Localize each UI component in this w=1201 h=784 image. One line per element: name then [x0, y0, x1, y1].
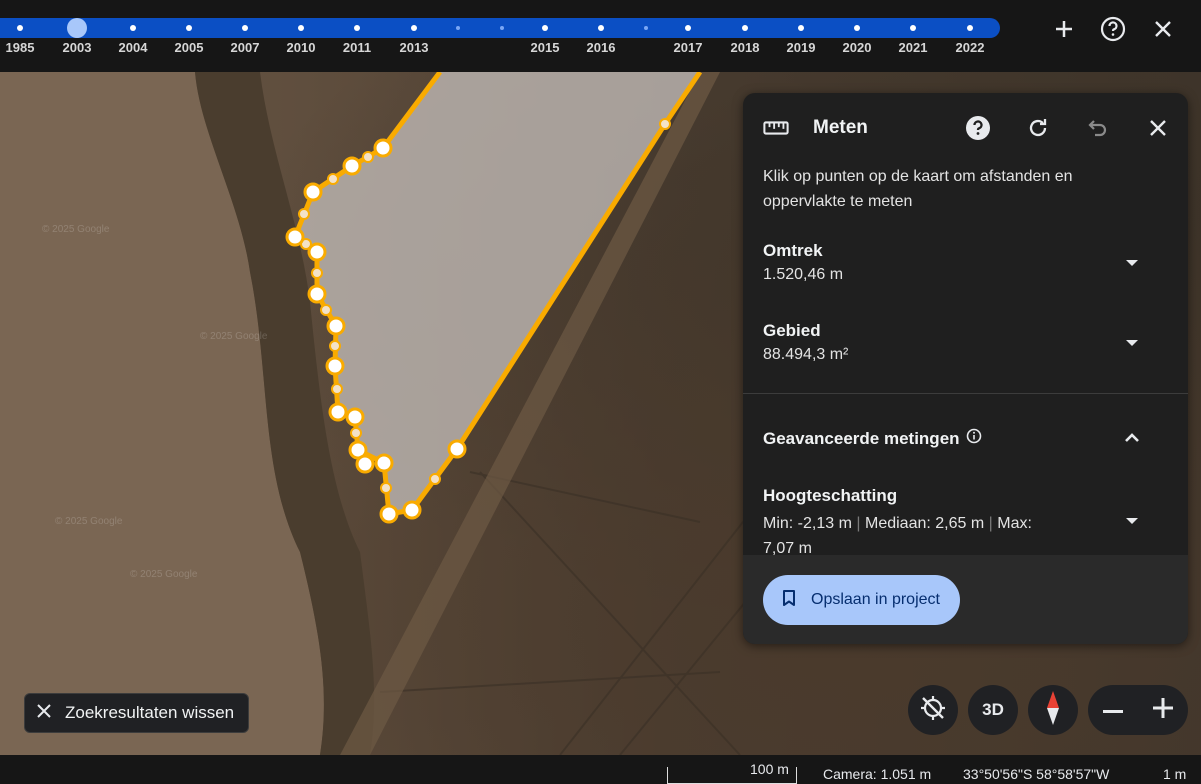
timeline-year-label[interactable]: 2005: [175, 40, 204, 55]
zoom-in-button[interactable]: [1138, 685, 1188, 735]
perimeter-value: 1.520,46 m: [763, 266, 844, 283]
timeline-year-label[interactable]: 2010: [287, 40, 316, 55]
measure-panel-header: Meten: [743, 93, 1188, 163]
help-icon[interactable]: [965, 115, 991, 141]
timeline-year-marker[interactable]: [411, 25, 417, 31]
timeline-year-marker[interactable]: [354, 25, 360, 31]
location-off-button[interactable]: [908, 685, 958, 735]
timeline-minor-marker[interactable]: [500, 26, 504, 30]
timeline-year-label[interactable]: 2004: [119, 40, 148, 55]
timeline-year-label[interactable]: 2019: [787, 40, 816, 55]
map-watermark: © 2025 Google: [42, 224, 110, 235]
panel-divider: [743, 393, 1188, 394]
timeline-year-label[interactable]: 2016: [587, 40, 616, 55]
height-dropdown-icon[interactable]: [1122, 511, 1142, 531]
timeline-year-label[interactable]: 2011: [343, 40, 371, 55]
timeline-minor-marker[interactable]: [456, 26, 460, 30]
toggle-3d-label: 3D: [982, 700, 1004, 719]
scale-label: 100 m: [750, 761, 789, 777]
area-metric[interactable]: Gebied 88.494,3 m²: [763, 320, 1168, 368]
measure-panel-title: Meten: [813, 117, 868, 138]
map-watermark: © 2025 Google: [130, 569, 198, 580]
bookmark-icon: [781, 589, 797, 612]
close-panel-icon[interactable]: [1145, 115, 1171, 141]
perimeter-dropdown-icon[interactable]: [1122, 253, 1142, 273]
height-median: Mediaan: 2,65 m: [864, 515, 985, 532]
separator: |: [856, 515, 861, 532]
plus-icon: [1153, 697, 1173, 723]
area-dropdown-icon[interactable]: [1122, 333, 1142, 353]
close-icon: [37, 703, 51, 723]
compass-button[interactable]: [1028, 685, 1078, 735]
timeline-year-marker[interactable]: [854, 25, 860, 31]
zoom-controls: [1088, 685, 1188, 735]
location-disabled-icon: [919, 694, 947, 727]
camera-altitude: Camera: 1.051 m: [823, 766, 932, 782]
chevron-up-icon[interactable]: [1122, 428, 1142, 448]
height-min: Min: -2,13 m: [763, 515, 852, 532]
timeline-year-label[interactable]: 1985: [6, 40, 35, 55]
timeline-year-label[interactable]: 2007: [231, 40, 260, 55]
timeline-year-label[interactable]: 2020: [843, 40, 872, 55]
compass-icon: [1046, 690, 1060, 731]
timeline-year-label[interactable]: 2021: [899, 40, 928, 55]
area-value: 88.494,3 m²: [763, 346, 849, 363]
refresh-icon[interactable]: [1025, 115, 1051, 141]
historical-imagery-timeline: 1985 2003 2004 2005 2007 2010 2011 2013 2015 2016…: [0, 0, 1201, 72]
timeline-year-marker[interactable]: [910, 25, 916, 31]
toggle-3d-button[interactable]: 3D: [968, 685, 1018, 735]
map-watermark: © 2025 Google: [55, 516, 123, 527]
undo-icon[interactable]: [1085, 115, 1111, 141]
height-max-label: Max:: [997, 515, 1032, 532]
height-estimate: Hoogteschatting Min: -2,13 m | Mediaan: …: [763, 485, 1083, 561]
timeline-year-marker[interactable]: [542, 25, 548, 31]
close-icon[interactable]: [1148, 14, 1178, 44]
measure-panel: Meten Klik op punten op de kaart om afst…: [743, 93, 1188, 644]
advanced-measurements-label: Geavanceerde metingen: [763, 428, 960, 448]
ruler-icon: [763, 115, 789, 141]
timeline-minor-marker[interactable]: [644, 26, 648, 30]
timeline-year-marker[interactable]: [598, 25, 604, 31]
zoom-out-button[interactable]: [1088, 685, 1138, 735]
clear-search-label: Zoekresultaten wissen: [65, 703, 235, 722]
timeline-year-marker[interactable]: [186, 25, 192, 31]
save-to-project-button[interactable]: Opslaan in project: [763, 575, 960, 625]
perimeter-metric[interactable]: Omtrek 1.520,46 m: [763, 240, 1168, 288]
map-watermark: © 2025 Google: [200, 331, 268, 342]
info-icon[interactable]: [966, 428, 982, 449]
separator: |: [988, 515, 993, 532]
collapse-arrows-icon[interactable]: [1049, 14, 1079, 44]
timeline-year-marker[interactable]: [798, 25, 804, 31]
timeline-year-marker[interactable]: [967, 25, 973, 31]
timeline-year-marker[interactable]: [242, 25, 248, 31]
timeline-year-label[interactable]: 2003: [63, 40, 92, 55]
clear-search-results-button[interactable]: Zoekresultaten wissen: [24, 693, 250, 733]
save-to-project-label: Opslaan in project: [811, 591, 940, 608]
height-estimate-label: Hoogteschatting: [763, 486, 898, 505]
cursor-coordinates: 33°50'56"S 58°58'57"W: [963, 766, 1110, 782]
measure-panel-footer: Opslaan in project: [743, 555, 1188, 644]
area-label: Gebied: [763, 321, 821, 340]
timeline-year-marker[interactable]: [685, 25, 691, 31]
timeline-year-label[interactable]: 2022: [956, 40, 985, 55]
timeline-year-marker[interactable]: [298, 25, 304, 31]
timeline-year-marker[interactable]: [130, 25, 136, 31]
minus-icon: [1103, 701, 1123, 719]
advanced-measurements-toggle[interactable]: Geavanceerde metingen: [763, 428, 982, 449]
timeline-year-marker[interactable]: [17, 25, 23, 31]
help-circle-icon[interactable]: [1098, 14, 1128, 44]
measure-instructions: Klik op punten op de kaart om afstanden …: [763, 168, 1073, 210]
status-bar: 100 m Camera: 1.051 m 33°50'56"S 58°58'5…: [0, 755, 1201, 784]
timeline-year-label[interactable]: 2013: [400, 40, 429, 55]
timeline-year-label[interactable]: 2018: [731, 40, 760, 55]
timeline-selected-handle[interactable]: [67, 18, 87, 38]
height-estimate-values: Min: -2,13 m | Mediaan: 2,65 m | Max: 7,…: [763, 511, 1083, 561]
perimeter-label: Omtrek: [763, 241, 823, 260]
timeline-year-label[interactable]: 2015: [531, 40, 560, 55]
timeline-year-label[interactable]: 2017: [674, 40, 703, 55]
elevation-readout: 1 m: [1163, 766, 1187, 782]
timeline-year-marker[interactable]: [742, 25, 748, 31]
